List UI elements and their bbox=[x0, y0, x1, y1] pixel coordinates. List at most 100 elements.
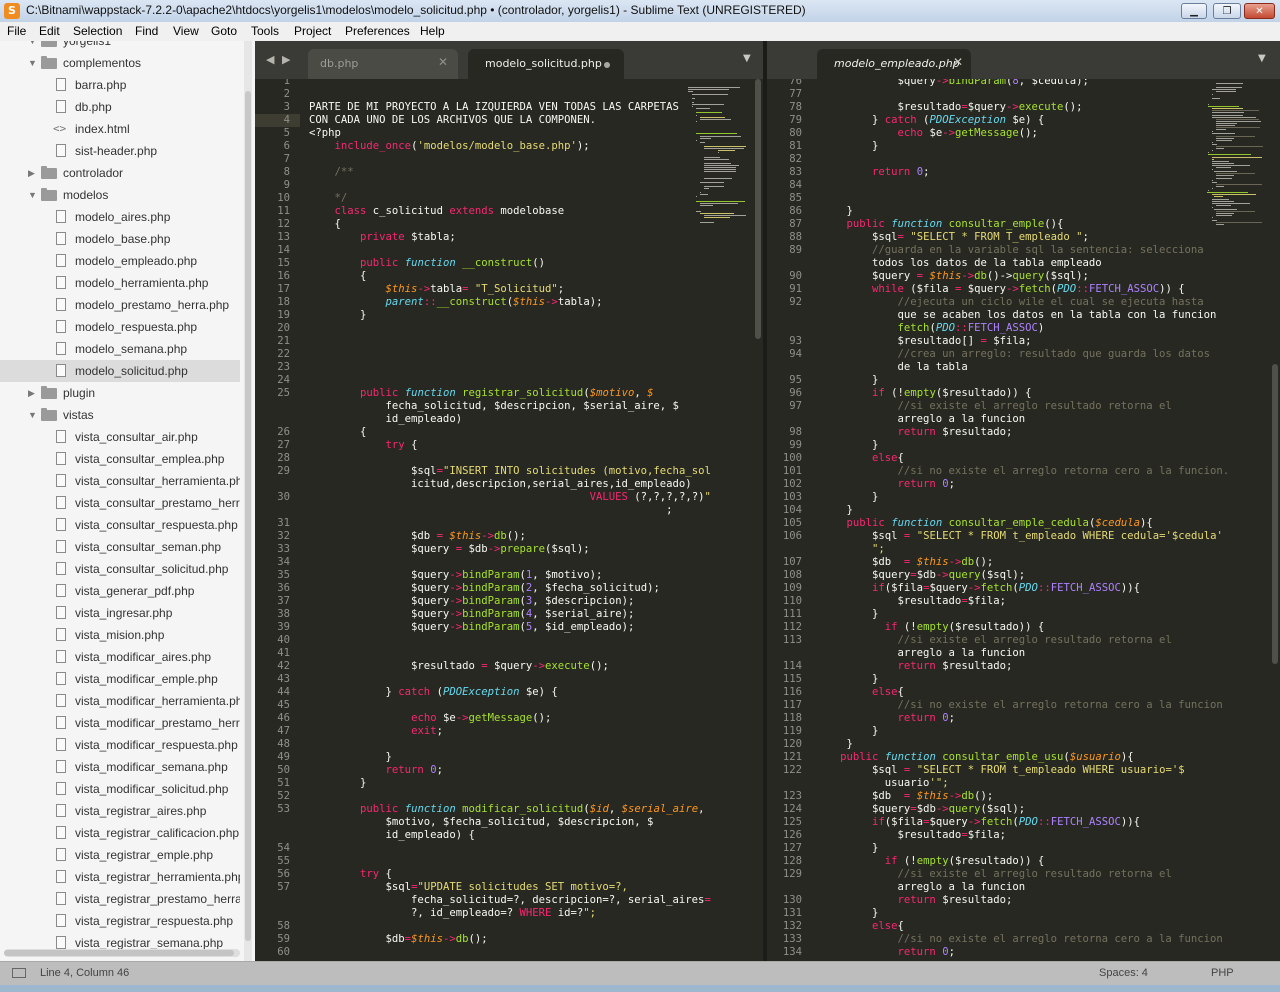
code-line[interactable]: $db=$this->db(); bbox=[309, 933, 488, 946]
code-line[interactable]: de la tabla bbox=[821, 361, 968, 374]
code-line[interactable]: exit; bbox=[309, 725, 443, 738]
code-line[interactable]: } bbox=[821, 140, 878, 153]
editor-scroll-thumb[interactable] bbox=[1272, 364, 1278, 664]
code-line[interactable]: $resultado=$fila; bbox=[821, 829, 1006, 842]
sidebar-folder[interactable]: ▶ plugin bbox=[0, 382, 240, 404]
code-line[interactable]: //si existe el arreglo resultado retorna… bbox=[821, 868, 1172, 881]
sidebar-file[interactable]: vista_registrar_prestamo_herra. bbox=[0, 888, 240, 910]
menu-find[interactable]: Find bbox=[135, 24, 158, 38]
code-line[interactable]: } bbox=[821, 842, 878, 855]
code-line[interactable]: public function registrar_solicitud($mot… bbox=[309, 387, 653, 400]
code-line[interactable]: arreglo a la funcion bbox=[821, 647, 1026, 660]
sidebar-horizontal-scrollbar[interactable] bbox=[4, 949, 240, 957]
menu-edit[interactable]: Edit bbox=[39, 24, 60, 38]
sidebar-file[interactable]: vista_modificar_prestamo_herra bbox=[0, 712, 240, 734]
sidebar-folder[interactable]: ▼ vistas bbox=[0, 404, 240, 426]
code-line[interactable]: $resultado = $query->execute(); bbox=[309, 660, 609, 673]
code-line[interactable]: $this->tabla= "T_Solicitud"; bbox=[309, 283, 565, 296]
code-line[interactable]: $resultado[] = $fila; bbox=[821, 335, 1032, 348]
maximize-button[interactable]: ❐ bbox=[1213, 3, 1241, 19]
sidebar-file[interactable]: vista_consultar_air.php bbox=[0, 426, 240, 448]
code-line[interactable]: $db = $this->db(); bbox=[821, 790, 993, 803]
editor-scroll-thumb[interactable] bbox=[755, 79, 761, 339]
code-line[interactable]: //si existe el arreglo resultado retorna… bbox=[821, 400, 1172, 413]
code-line[interactable]: else{ bbox=[821, 920, 904, 933]
menu-selection[interactable]: Selection bbox=[73, 24, 122, 38]
unsaved-dot-icon[interactable] bbox=[604, 62, 610, 68]
syntax-selector[interactable]: PHP bbox=[1211, 967, 1234, 979]
code-line[interactable]: include_once('modelos/modelo_base.php'); bbox=[309, 140, 590, 153]
code-line[interactable]: $sql= "SELECT * FROM T_empleado "; bbox=[821, 231, 1089, 244]
tab-modelo-empleado-php[interactable]: modelo_empleado.php ✕ bbox=[817, 49, 971, 79]
code-line[interactable]: $query = $this->db()->query($sql); bbox=[821, 270, 1089, 283]
sidebar-file[interactable]: vista_modificar_semana.php bbox=[0, 756, 240, 778]
code-line[interactable]: return 0; bbox=[821, 478, 955, 491]
code-line[interactable]: echo $e->getMessage(); bbox=[309, 712, 551, 725]
code-line[interactable]: public function consultar_emple(){ bbox=[821, 218, 1064, 231]
sidebar-file[interactable]: vista_ingresar.php bbox=[0, 602, 240, 624]
tab-modelo-solicitud-php[interactable]: modelo_solicitud.php bbox=[468, 49, 624, 79]
sidebar-vertical-scrollbar[interactable] bbox=[244, 41, 252, 961]
code-line[interactable]: class c_solicitud extends modelobase bbox=[309, 205, 565, 218]
code-line[interactable]: } bbox=[821, 907, 878, 920]
code-line[interactable]: public function consultar_emple_usu($usu… bbox=[821, 751, 1133, 764]
menu-goto[interactable]: Goto bbox=[211, 24, 237, 38]
code-line[interactable]: <?php bbox=[309, 127, 341, 140]
sidebar-file[interactable]: vista_mision.php bbox=[0, 624, 240, 646]
folder-expanded-arrow-icon[interactable]: ▼ bbox=[28, 404, 37, 426]
sidebar-file[interactable]: vista_consultar_solicitud.php bbox=[0, 558, 240, 580]
sidebar-file[interactable]: modelo_empleado.php bbox=[0, 250, 240, 272]
minimap[interactable] bbox=[1204, 79, 1274, 961]
sidebar-scroll-thumb[interactable] bbox=[245, 91, 251, 941]
code-line[interactable]: return $resultado; bbox=[821, 660, 1013, 673]
code-line[interactable]: if (!empty($resultado)) { bbox=[821, 855, 1044, 868]
code-line[interactable]: return $resultado; bbox=[821, 426, 1013, 439]
code-line[interactable]: */ bbox=[309, 192, 348, 205]
code-line[interactable]: que se acaben los datos en la tabla con … bbox=[821, 309, 1217, 322]
code-line[interactable]: $db = $this->db(); bbox=[821, 556, 993, 569]
code-line[interactable]: try { bbox=[309, 868, 392, 881]
minimap[interactable] bbox=[688, 79, 758, 961]
sidebar-folder[interactable]: ▼ modelos bbox=[0, 184, 240, 206]
code-line[interactable]: //ejecuta un ciclo wile el cual se ejecu… bbox=[821, 296, 1204, 309]
folder-collapsed-arrow-icon[interactable]: ▶ bbox=[28, 382, 35, 404]
code-line[interactable]: $sql="INSERT INTO solicitudes (motivo,fe… bbox=[309, 465, 711, 478]
tab-list-dropdown-icon[interactable]: ▼ bbox=[743, 53, 751, 64]
code-line[interactable]: $query->bindParam(8, $cedula); bbox=[821, 79, 1089, 88]
code-line[interactable]: } catch (PDOException $e) { bbox=[309, 686, 558, 699]
code-line[interactable]: $query=$db->query($sql); bbox=[821, 803, 1025, 816]
code-line[interactable]: icitud,descripcion,serial_aires,id_emple… bbox=[309, 478, 692, 491]
code-line[interactable]: } bbox=[821, 608, 878, 621]
tab-scroll-left-icon[interactable]: ◀ bbox=[266, 53, 274, 66]
code-line[interactable]: /** bbox=[309, 166, 354, 179]
sidebar-file[interactable]: modelo_aires.php bbox=[0, 206, 240, 228]
code-line[interactable]: } bbox=[309, 751, 392, 764]
close-button[interactable]: ✕ bbox=[1244, 3, 1275, 19]
tab-close-icon[interactable]: ✕ bbox=[438, 55, 448, 69]
sidebar-file[interactable]: vista_registrar_aires.php bbox=[0, 800, 240, 822]
code-line[interactable]: else{ bbox=[821, 452, 904, 465]
sidebar-file[interactable]: vista_generar_pdf.php bbox=[0, 580, 240, 602]
code-line[interactable]: if($fila=$query->fetch(PDO::FETCH_ASSOC)… bbox=[821, 582, 1140, 595]
code-line[interactable]: $sql = "SELECT * FROM t_empleado WHERE c… bbox=[821, 530, 1223, 543]
sidebar-file[interactable]: modelo_prestamo_herra.php bbox=[0, 294, 240, 316]
tab-db-php[interactable]: db.php ✕ bbox=[308, 49, 458, 79]
menu-preferences[interactable]: Preferences bbox=[345, 24, 410, 38]
menu-project[interactable]: Project bbox=[294, 24, 331, 38]
code-line[interactable]: return 0; bbox=[309, 764, 443, 777]
code-line[interactable]: //si no existe el arreglo retorna cero a… bbox=[821, 699, 1223, 712]
code-line[interactable]: } bbox=[309, 309, 366, 322]
code-line[interactable]: private $tabla; bbox=[309, 231, 456, 244]
code-line[interactable]: fecha_solicitud=?, descripcion=?, serial… bbox=[309, 894, 711, 907]
code-line[interactable]: $query = $db->prepare($sql); bbox=[309, 543, 590, 556]
folder-expanded-arrow-icon[interactable]: ▼ bbox=[28, 184, 37, 206]
code-line[interactable]: $db = $this->db(); bbox=[309, 530, 526, 543]
sidebar-file[interactable]: modelo_solicitud.php bbox=[0, 360, 240, 382]
sidebar-file[interactable]: db.php bbox=[0, 96, 240, 118]
code-line[interactable]: return 0; bbox=[821, 166, 929, 179]
code-line[interactable]: fetch(PDO::FETCH_ASSOC) bbox=[821, 322, 1045, 335]
code-line[interactable]: while ($fila = $query->fetch(PDO::FETCH_… bbox=[821, 283, 1185, 296]
tab-close-icon[interactable]: ✕ bbox=[953, 55, 963, 69]
code-line[interactable]: fecha_solicitud, $descripcion, $serial_a… bbox=[309, 400, 679, 413]
code-line[interactable]: } bbox=[309, 777, 366, 790]
